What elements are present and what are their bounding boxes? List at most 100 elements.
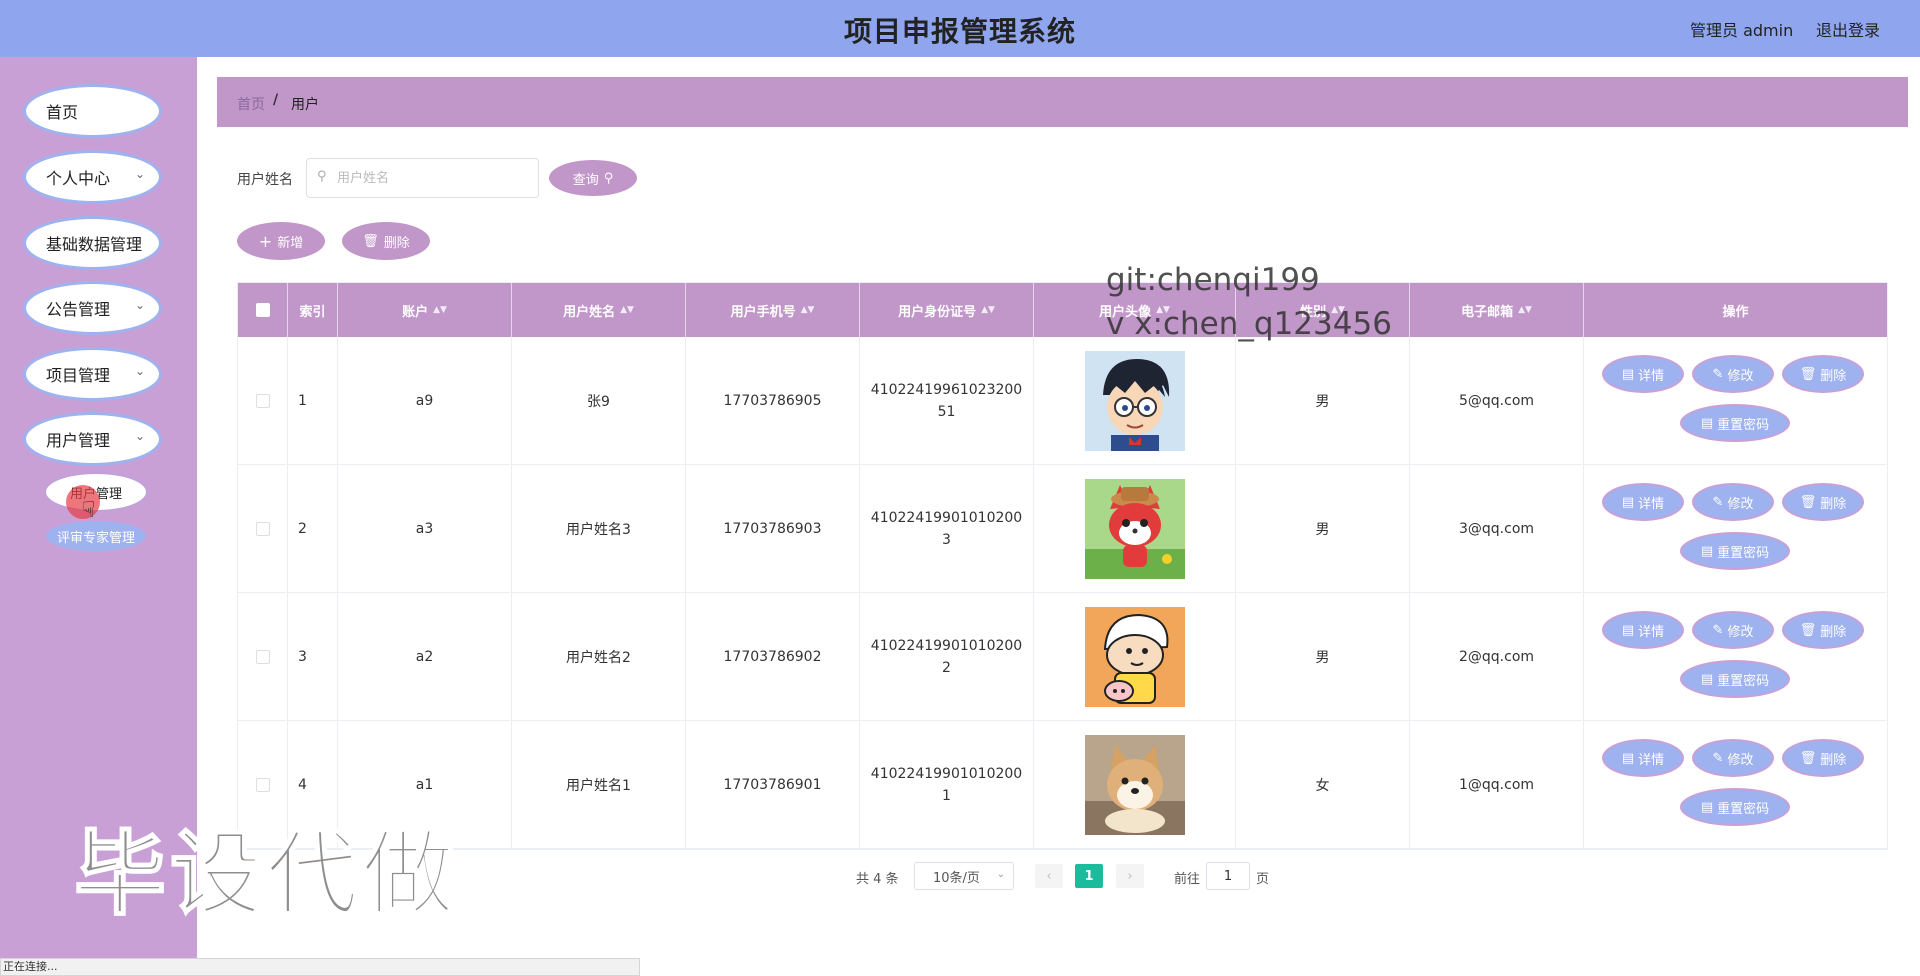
document-icon: ▤ <box>1621 622 1635 638</box>
index-cell: 3 <box>288 593 338 721</box>
trash-icon: 🗑 <box>1799 366 1817 382</box>
goto-label: 前往 <box>1174 872 1201 887</box>
name-cell: 用户姓名2 <box>512 593 686 721</box>
table-header: 索引 账户 ▲▼ 用户姓名 ▲▼ 用户手机号 ▲▼ 用户身份证号 ▲▼ 用户头像 ▲▼ 性… <box>238 283 1887 337</box>
document-icon: ▤ <box>1700 543 1714 559</box>
id-card-cell: 410224199010102002 <box>860 593 1034 721</box>
col-header-phone[interactable]: 用户手机号 ▲▼ <box>686 283 860 337</box>
page-size-select[interactable]: 10条/页 ⌄ <box>914 862 1014 890</box>
query-button-label: 查询 <box>572 172 599 188</box>
search-field[interactable]: ⚲ <box>306 158 539 198</box>
goto-page-input[interactable] <box>1206 862 1250 890</box>
sidebar-item-notices[interactable]: 公告管理 ⌄ <box>26 284 159 332</box>
row-checkbox[interactable] <box>255 522 270 536</box>
breadcrumb: 首页 / 用户 <box>217 77 1908 127</box>
detail-label: 详情 <box>1638 752 1665 768</box>
edit-button[interactable]: ✎ 修改 <box>1694 613 1772 647</box>
sidebar-item-label: 个人中心 <box>46 169 111 188</box>
sidebar-item-personal-center[interactable]: 个人中心 ⌄ <box>26 153 159 201</box>
edit-label: 修改 <box>1727 752 1754 768</box>
select-all-checkbox[interactable] <box>255 303 270 317</box>
detail-button[interactable]: ▤ 详情 <box>1604 357 1682 391</box>
row-checkbox[interactable] <box>255 394 270 408</box>
reset-label: 重置密码 <box>1717 417 1770 433</box>
detail-label: 详情 <box>1638 624 1665 640</box>
table-row: 1 a9 张9 17703786905 4102241996102320051 … <box>238 337 1887 465</box>
col-header-label: 索引 <box>299 304 326 320</box>
col-header-index: 索引 <box>288 283 338 337</box>
edit-button[interactable]: ✎ 修改 <box>1694 741 1772 775</box>
gender-cell: 男 <box>1236 465 1410 593</box>
chevron-down-icon: ⌄ <box>134 298 145 312</box>
pencil-icon: ✎ <box>1712 366 1724 382</box>
reset-password-button[interactable]: ▤ 重置密码 <box>1682 790 1788 824</box>
delete-label: 删除 <box>1820 496 1847 512</box>
sidebar-subitem-expert-management[interactable]: 评审专家管理 <box>46 521 146 551</box>
detail-button[interactable]: ▤ 详情 <box>1604 613 1682 647</box>
reset-password-button[interactable]: ▤ 重置密码 <box>1682 662 1788 696</box>
sidebar-item-basic-data[interactable]: 基础数据管理 <box>26 219 159 267</box>
edit-label: 修改 <box>1727 368 1754 384</box>
next-page-button[interactable]: › <box>1116 864 1144 888</box>
page-number-current[interactable]: 1 <box>1075 864 1103 888</box>
breadcrumb-home[interactable]: 首页 <box>237 94 265 114</box>
col-header-account[interactable]: 账户 ▲▼ <box>338 283 512 337</box>
col-header-name[interactable]: 用户姓名 ▲▼ <box>512 283 686 337</box>
reset-label: 重置密码 <box>1717 801 1770 817</box>
user-table: 索引 账户 ▲▼ 用户姓名 ▲▼ 用户手机号 ▲▼ 用户身份证号 ▲▼ 用户头像 ▲▼ 性… <box>237 282 1888 850</box>
query-button[interactable]: 查询 ⚲ <box>549 160 637 196</box>
sort-icon: ▲▼ <box>433 305 447 315</box>
row-select-cell <box>238 593 288 721</box>
detail-button[interactable]: ▤ 详情 <box>1604 485 1682 519</box>
id-card-cell: 4102241996102320051 <box>860 337 1034 465</box>
row-delete-button[interactable]: 🗑 删除 <box>1784 357 1862 391</box>
gender-cell: 男 <box>1236 593 1410 721</box>
chevron-down-icon: ⌄ <box>996 869 1005 880</box>
col-header-label: 账户 <box>402 304 429 320</box>
delete-label: 删除 <box>1820 752 1847 768</box>
chevron-down-icon: ⌄ <box>134 167 145 181</box>
actions-cell: ▤ 详情 ✎ 修改 🗑 删除 ▤ 重置密码 <box>1584 337 1887 465</box>
sidebar-item-label: 基础数据管理 <box>46 235 143 254</box>
sidebar-item-home[interactable]: 首页 <box>26 87 159 135</box>
pencil-icon: ✎ <box>1712 750 1724 766</box>
delete-button[interactable]: 🗑 删除 <box>342 222 430 260</box>
detail-button[interactable]: ▤ 详情 <box>1604 741 1682 775</box>
account-cell: a3 <box>338 465 512 593</box>
app-title: 项目申报管理系统 <box>843 15 1076 48</box>
sidebar-item-users[interactable]: 用户管理 ⌄ <box>26 415 159 463</box>
row-checkbox[interactable] <box>255 778 270 792</box>
breadcrumb-current: 用户 <box>291 97 319 113</box>
sort-icon: ▲▼ <box>1518 305 1532 315</box>
account-cell: a2 <box>338 593 512 721</box>
actions-cell: ▤ 详情 ✎ 修改 🗑 删除 ▤ 重置密码 <box>1584 465 1887 593</box>
prev-page-button[interactable]: ‹ <box>1035 864 1063 888</box>
logout-link[interactable]: 退出登录 <box>1816 17 1880 41</box>
sidebar-item-projects[interactable]: 项目管理 ⌄ <box>26 350 159 398</box>
id-card-cell: 410224199010102001 <box>860 721 1034 849</box>
col-header-email[interactable]: 电子邮箱 ▲▼ <box>1410 283 1584 337</box>
col-header-id-card[interactable]: 用户身份证号 ▲▼ <box>860 283 1034 337</box>
hand-cursor-icon: ☟ <box>82 498 96 523</box>
gender-cell: 女 <box>1236 721 1410 849</box>
chevron-down-icon: ⌄ <box>134 429 145 443</box>
row-checkbox[interactable] <box>255 650 270 664</box>
row-delete-button[interactable]: 🗑 删除 <box>1784 613 1862 647</box>
col-header-label: 用户姓名 <box>563 304 616 320</box>
row-delete-button[interactable]: 🗑 删除 <box>1784 485 1862 519</box>
reset-password-button[interactable]: ▤ 重置密码 <box>1682 534 1788 568</box>
avatar-cell <box>1034 465 1236 593</box>
plus-icon: + <box>258 231 273 251</box>
row-select-cell <box>238 337 288 465</box>
search-input[interactable] <box>337 167 527 189</box>
edit-button[interactable]: ✎ 修改 <box>1694 357 1772 391</box>
sort-icon: ▲▼ <box>800 305 815 315</box>
shiba-dog-avatar <box>1084 735 1185 835</box>
row-delete-button[interactable]: 🗑 删除 <box>1784 741 1862 775</box>
trash-icon: 🗑 <box>362 233 379 249</box>
add-button[interactable]: + 新增 <box>237 222 325 260</box>
sidebar-item-label: 用户管理 <box>46 431 111 450</box>
phone-cell: 17703786903 <box>686 465 860 593</box>
edit-button[interactable]: ✎ 修改 <box>1694 485 1772 519</box>
reset-password-button[interactable]: ▤ 重置密码 <box>1682 406 1788 440</box>
